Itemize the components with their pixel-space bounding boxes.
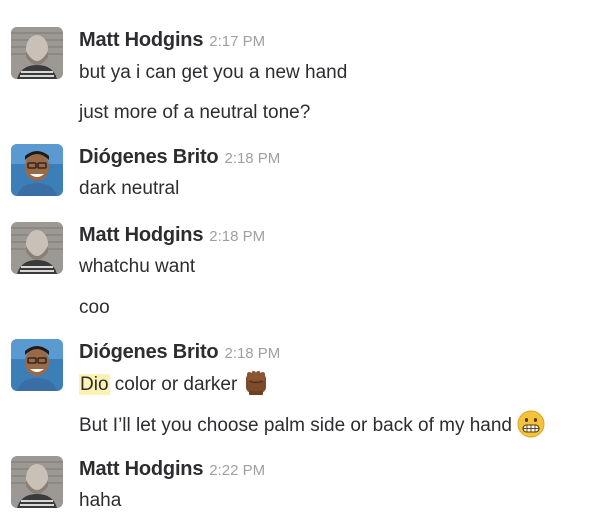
chat-message-list: Matt Hodgins 2:17 PM but ya i can get you… [0,0,596,524]
matt-avatar[interactable] [11,222,63,274]
message-text: but ya i can get you a new hand [79,62,348,83]
message-text: But I’ll let you choose palm side or bac… [79,410,545,438]
timestamp[interactable]: 2:18 PM [209,228,265,245]
message-text-content: But I’ll let you choose palm side or bac… [79,415,513,437]
message-text: dark neutral [79,178,180,199]
highlighted-keyword: Dio [79,374,110,396]
author-name[interactable]: Matt Hodgins [79,29,203,51]
message-text: Dio color or darker [79,371,270,397]
message-header: Diógenes Brito 2:18 PM [79,341,280,365]
author-name[interactable]: Matt Hodgins [79,224,203,246]
message-header: Matt Hodgins 2:17 PM [79,29,265,53]
message-header: Matt Hodgins 2:22 PM [79,458,265,482]
message-header: Diógenes Brito 2:18 PM [79,146,280,170]
author-name[interactable]: Diógenes Brito [79,341,219,363]
message-text: just more of a neutral tone? [79,102,311,123]
matt-avatar[interactable] [11,27,63,79]
diogenes-avatar[interactable] [11,144,63,196]
message-header: Matt Hodgins 2:18 PM [79,224,265,248]
message-text: haha [79,490,122,511]
diogenes-avatar[interactable] [11,339,63,391]
message-text: whatchu want [79,256,196,277]
matt-avatar[interactable] [11,456,63,508]
timestamp[interactable]: 2:18 PM [224,345,280,362]
author-name[interactable]: Matt Hodgins [79,458,203,480]
author-name[interactable]: Diógenes Brito [79,146,219,168]
grimacing-face-emoji [517,410,545,438]
raised-fist-dark-skin-emoji [242,369,270,397]
timestamp[interactable]: 2:22 PM [209,462,265,479]
timestamp[interactable]: 2:18 PM [224,150,280,167]
timestamp[interactable]: 2:17 PM [209,33,265,50]
message-text-rest: color or darker [109,374,238,396]
message-text: coo [79,297,110,318]
